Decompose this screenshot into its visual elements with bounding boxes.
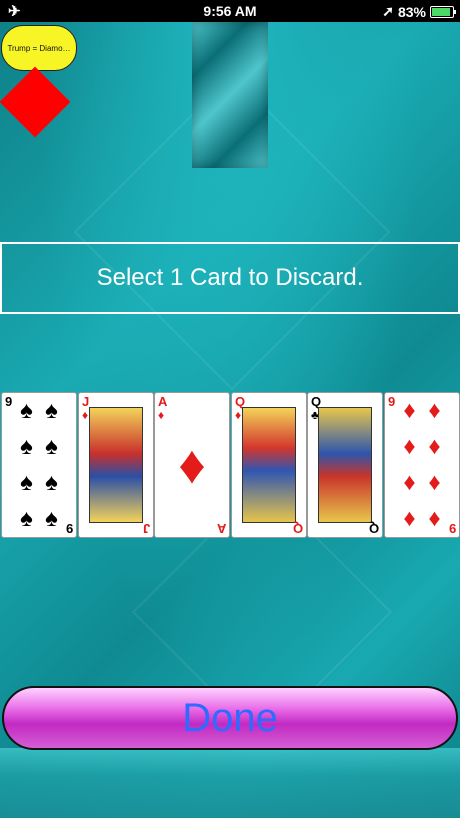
card-rank-bottom: Q [368,521,379,536]
card-9-diamonds[interactable]: 9 ♦ ♦ ♦ ♦ ♦ ♦ ♦ ♦ 9 [384,392,460,538]
diamond-icon: ♦ [82,408,89,422]
card-j-diamonds[interactable]: J ♦ J [78,392,154,538]
card-q-clubs[interactable]: Q ♣ Q [307,392,383,538]
card-a-diamonds[interactable]: A ♦ ♦ A [154,392,230,538]
diamond-center-icon: ♦ [178,435,206,495]
location-arrow-icon: ➚ [382,3,394,19]
card-rank: 9 [5,394,13,409]
status-right: ➚ 83% [382,3,456,20]
card-rank-bottom: 9 [448,521,456,536]
queen-face-image [242,407,296,523]
instruction-banner: Select 1 Card to Discard. [0,242,460,314]
card-rank-bottom: J [142,521,150,536]
battery-icon [430,5,456,18]
card-q-diamonds[interactable]: Q ♦ Q [231,392,307,538]
status-bar: ✈ 9:56 AM ➚ 83% [0,0,460,22]
card-rank-bottom: 9 [65,521,73,536]
done-button[interactable]: Done [2,686,458,750]
jack-face-image [89,407,143,523]
card-rank-bottom: A [216,521,226,536]
queen-face-image [318,407,372,523]
card-deck[interactable] [192,22,268,168]
diamond-pips-icon: ♦ ♦ ♦ ♦ ♦ ♦ ♦ ♦ [403,397,441,532]
battery-percent: 83% [397,3,426,20]
bottom-strip [0,748,460,818]
trump-badge: Trump = Diamo… [1,25,77,71]
spade-pips-icon: ♠ ♠ ♠ ♠ ♠ ♠ ♠ ♠ [20,397,58,532]
card-rank: 9 [388,394,396,409]
card-rank-bottom: Q [292,521,303,536]
card-9-spades[interactable]: 9 ♠ ♠ ♠ ♠ ♠ ♠ ♠ ♠ 9 [1,392,77,538]
player-hand: 9 ♠ ♠ ♠ ♠ ♠ ♠ ♠ ♠ 9 J ♦ J A ♦ ♦ A Q ♦ Q Q ♣ Q 9… [0,392,460,538]
diamond-icon: ♦ [235,408,242,422]
